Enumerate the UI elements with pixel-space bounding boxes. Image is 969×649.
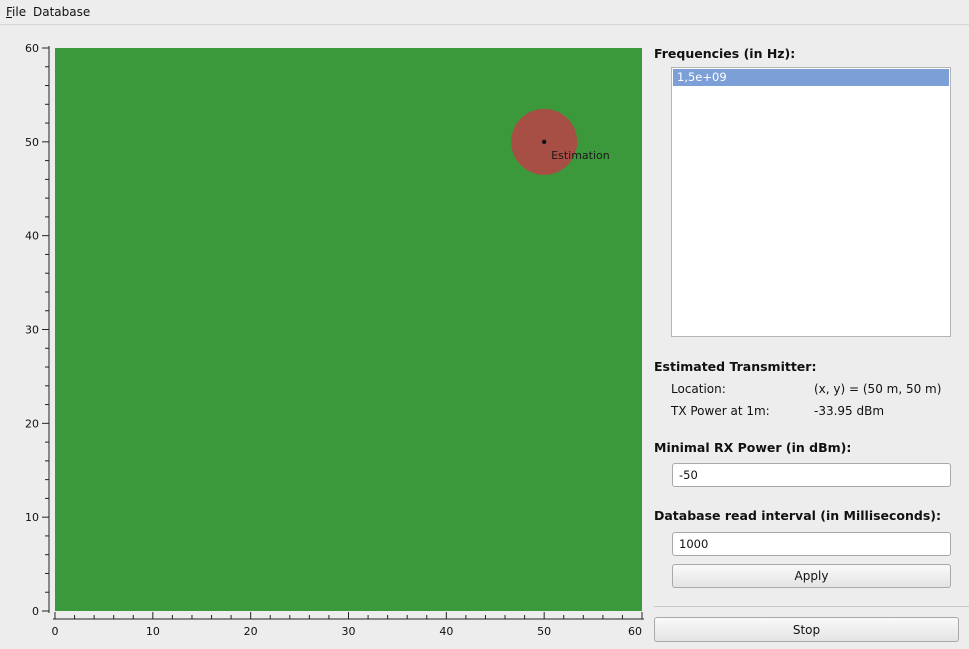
y-tick-label: 50 [25,136,39,149]
min-rx-power-title: Minimal RX Power (in dBm): [654,440,852,455]
menu-file[interactable]: File [6,5,26,19]
y-tick-label: 0 [32,605,39,618]
y-tick-label: 60 [25,42,39,55]
estimation-label: Estimation [551,149,610,162]
tx-power-value: -33.95 dBm [814,404,885,418]
y-tick-label: 40 [25,230,39,243]
x-tick-label: 40 [439,625,453,638]
menu-bar: File Database [0,0,969,25]
estimated-transmitter-title: Estimated Transmitter: [654,359,817,374]
x-tick-label: 10 [146,625,160,638]
y-tick-label: 20 [25,417,39,430]
tx-power-label: TX Power at 1m: [671,404,770,418]
menu-file-label: ile [12,5,27,19]
x-tick-label: 20 [244,625,258,638]
stop-button[interactable]: Stop [654,617,959,642]
side-panel: Frequencies (in Hz): 1,5e+09 Estimated T… [654,30,969,646]
menu-database[interactable]: Database [33,5,90,19]
y-tick-label: 10 [25,511,39,524]
location-label: Location: [671,382,726,396]
min-rx-power-input[interactable] [672,463,951,487]
x-tick-label: 50 [537,625,551,638]
location-value: (x, y) = (50 m, 50 m) [814,382,942,396]
plot-svg: 0 10 20 30 40 50 60 0 10 20 30 40 50 60 Estimation [25,42,644,638]
frequencies-title: Frequencies (in Hz): [654,46,796,61]
x-tick-label: 30 [342,625,356,638]
x-tick-label: 0 [52,625,59,638]
frequency-list-item[interactable]: 1,5e+09 [673,69,949,86]
separator [654,606,969,607]
x-tick-label: 60 [628,625,642,638]
db-interval-title: Database read interval (in Milliseconds)… [654,508,942,523]
db-interval-input[interactable] [672,532,951,556]
y-tick-label: 30 [25,324,39,337]
frequency-list[interactable]: 1,5e+09 [671,67,951,337]
apply-button[interactable]: Apply [672,564,951,588]
plot-area: 0 10 20 30 40 50 60 0 10 20 30 40 50 60 Estimation [0,30,650,646]
estimation-point [541,139,547,145]
